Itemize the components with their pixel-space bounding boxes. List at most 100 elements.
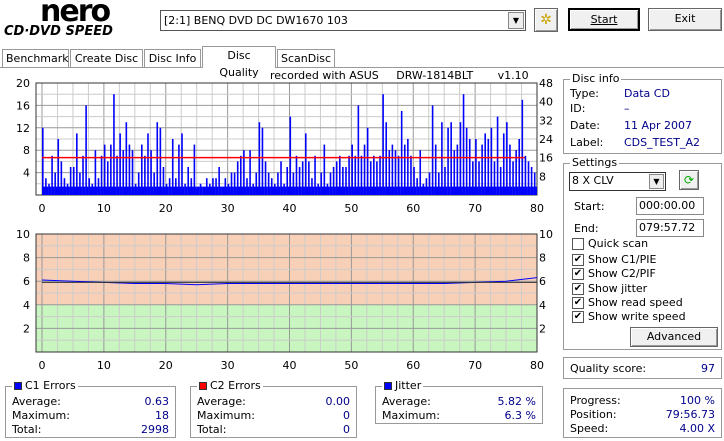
advanced-button[interactable]: Advanced xyxy=(630,327,718,347)
c1-bar xyxy=(147,133,149,195)
c1-bar-base xyxy=(79,186,83,195)
jitter-chart-x-tick: 40 xyxy=(283,359,297,372)
c1-bar xyxy=(156,122,159,195)
c1-y2-tick: 8 xyxy=(539,170,546,183)
c1-bar-base xyxy=(493,186,497,195)
jitter-y2-tick: 2 xyxy=(539,322,546,335)
c1-bar-base xyxy=(363,186,367,195)
c1-bar-base xyxy=(400,186,404,195)
tools-icon: ✲ xyxy=(540,12,552,28)
tab-create-disc[interactable]: Create Disc xyxy=(70,49,143,68)
show-jitter-checkbox[interactable]: ✔ Show jitter xyxy=(572,282,647,296)
c1-bar-base xyxy=(119,186,123,195)
c1-bar xyxy=(462,94,465,195)
c1-bar-base xyxy=(162,186,166,195)
c1-bar-base xyxy=(301,186,305,195)
speed-select[interactable]: 8 X CLV ▼ xyxy=(569,172,666,191)
start-field[interactable]: 000:00.00 xyxy=(636,197,704,215)
c1-bar xyxy=(76,133,78,195)
progress-box: Progress: 100 % Position: 79:56.73 Speed: 4… xyxy=(563,388,722,438)
c1-bar-base xyxy=(72,186,77,195)
c1-bar-base xyxy=(246,186,250,195)
tab-disc-info[interactable]: Disc Info xyxy=(144,49,201,68)
c1-bar-base xyxy=(496,186,500,195)
disc-id: – xyxy=(624,102,630,115)
tab-panel-border xyxy=(0,67,724,68)
c1-bar-base xyxy=(187,186,191,195)
c1-bar-base xyxy=(478,186,482,195)
c1-bar-base xyxy=(407,186,411,195)
c1-y2-tick: 24 xyxy=(539,133,553,146)
c1-bar-base xyxy=(438,186,442,195)
c1-bar-base xyxy=(422,186,426,195)
c1-bar-base xyxy=(354,186,358,195)
c1-bar-base xyxy=(134,186,138,195)
refresh-button[interactable]: ⟳ xyxy=(679,170,699,190)
c1-chart-y-tick: 16 xyxy=(16,99,30,112)
c1-bar-base xyxy=(512,186,516,195)
c1-bar-base xyxy=(298,186,302,195)
c1-bar xyxy=(450,122,452,195)
c1-bar-base xyxy=(153,186,157,195)
c1-chart-x-tick: 10 xyxy=(97,202,111,215)
chevron-down-icon[interactable]: ▼ xyxy=(508,12,524,29)
c1-bar xyxy=(85,105,87,195)
c1-bar-base xyxy=(397,186,401,195)
c1-bar-base xyxy=(91,186,95,195)
c1-bar-base xyxy=(468,186,473,195)
c1-bar-base xyxy=(128,186,132,195)
end-field[interactable]: 079:57.72 xyxy=(636,219,704,237)
c1-bar-base xyxy=(106,186,111,195)
jitter-chart-y-tick: 4 xyxy=(23,299,30,312)
c1-bar-base xyxy=(150,186,154,195)
tab-disc-quality[interactable]: Disc Quality xyxy=(202,46,276,79)
c1-bar-base xyxy=(499,186,503,195)
c1-bar xyxy=(441,122,443,195)
c1-bar xyxy=(465,127,468,195)
c1-y2-tick: 16 xyxy=(539,152,553,165)
jitter-chart-y-tick: 10 xyxy=(16,228,30,241)
c1-bar-base xyxy=(66,186,70,195)
c1-bar xyxy=(385,122,387,195)
c1-bar xyxy=(366,127,369,195)
c1-y2-tick: 32 xyxy=(539,114,553,127)
c1-bar-base xyxy=(202,186,206,195)
show-write-speed-checkbox[interactable]: ✔ Show write speed xyxy=(572,310,686,324)
c1-chart-x-tick: 60 xyxy=(406,202,420,215)
c1-bar-base xyxy=(171,186,176,195)
show-read-speed-checkbox[interactable]: ✔ Show read speed xyxy=(572,296,683,310)
c1-bar-base xyxy=(332,186,336,195)
c1-chart-y-tick: 8 xyxy=(23,144,30,157)
c1-bar-base xyxy=(481,186,485,195)
c1-bar-base xyxy=(196,186,200,195)
c1-bar-base xyxy=(472,186,476,195)
nero-logo: nero CD·DVD SPEED xyxy=(4,0,113,39)
c1-bar xyxy=(159,127,162,195)
c1-bar-base xyxy=(326,186,330,195)
quick-scan-checkbox[interactable]: Quick scan xyxy=(572,237,648,251)
jitter-chart-x-tick: 60 xyxy=(406,359,420,372)
c1-bar-base xyxy=(97,186,101,195)
start-button[interactable]: Start xyxy=(568,8,640,31)
c1-bar-base xyxy=(249,186,253,195)
c1-bar-base xyxy=(240,186,244,195)
show-c1-checkbox[interactable]: ✔ Show C1/PIE xyxy=(572,253,656,267)
c1-bar-base xyxy=(76,186,80,195)
quality-score: 97 xyxy=(701,362,715,375)
c1-bar-base xyxy=(360,186,364,195)
tab-scandisc[interactable]: ScanDisc xyxy=(277,49,335,68)
c1-bar-base xyxy=(425,186,429,195)
exit-button[interactable]: Exit xyxy=(648,8,722,31)
drive-select[interactable]: [2:1] BENQ DVD DC DW1670 103 ▼ xyxy=(160,10,526,31)
jitter-y2-tick: 8 xyxy=(539,252,546,265)
c1-bar-base xyxy=(366,186,370,195)
tab-benchmark[interactable]: Benchmark xyxy=(2,49,69,68)
c1-y2-tick: 48 xyxy=(539,77,553,90)
c1-bar-base xyxy=(357,186,361,195)
c1-bar-base xyxy=(233,186,237,195)
chevron-down-icon[interactable]: ▼ xyxy=(649,174,664,189)
show-c2-checkbox[interactable]: ✔ Show C2/PIF xyxy=(572,267,656,281)
jitter-y2-tick: 10 xyxy=(539,228,553,241)
c1-bar-base xyxy=(224,186,228,195)
drive-settings-button[interactable]: ✲ xyxy=(534,8,558,32)
